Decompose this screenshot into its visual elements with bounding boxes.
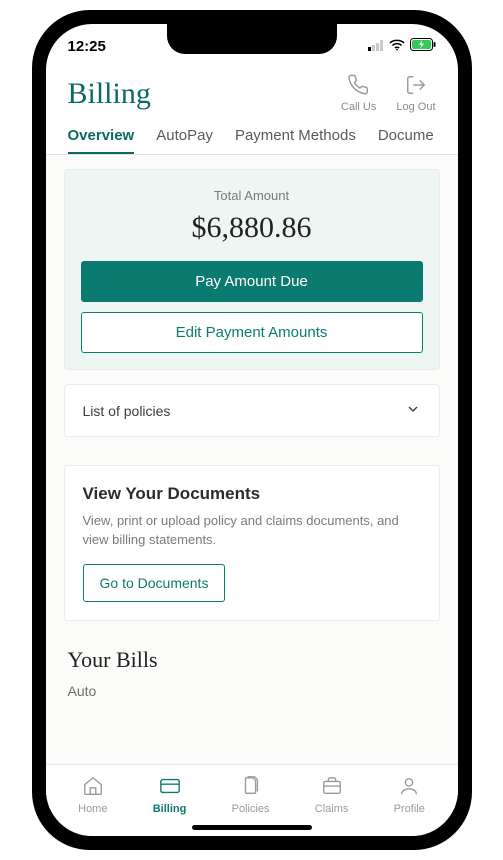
go-to-documents-button[interactable]: Go to Documents bbox=[83, 564, 226, 602]
total-amount-value: $6,880.86 bbox=[81, 211, 423, 245]
nav-home[interactable]: Home bbox=[78, 775, 107, 815]
logout-label: Log Out bbox=[396, 101, 435, 113]
call-us-button[interactable]: Call Us bbox=[341, 74, 376, 113]
credit-card-icon bbox=[159, 775, 181, 800]
content: Total Amount $6,880.86 Pay Amount Due Ed… bbox=[46, 155, 458, 764]
briefcase-icon bbox=[321, 775, 343, 800]
list-of-policies-label: List of policies bbox=[83, 403, 171, 419]
wifi-icon bbox=[389, 38, 405, 55]
nav-billing-label: Billing bbox=[153, 803, 187, 815]
list-of-policies-row[interactable]: List of policies bbox=[64, 384, 440, 437]
files-icon bbox=[240, 775, 262, 800]
your-bills-title: Your Bills bbox=[68, 647, 436, 673]
phone-notch bbox=[167, 24, 337, 54]
tab-documents[interactable]: Docume bbox=[378, 123, 434, 154]
battery-charging-icon bbox=[410, 38, 436, 55]
status-right bbox=[368, 38, 436, 55]
page-title: Billing bbox=[68, 77, 151, 111]
tab-autopay[interactable]: AutoPay bbox=[156, 123, 213, 154]
total-amount-card: Total Amount $6,880.86 Pay Amount Due Ed… bbox=[64, 169, 440, 370]
edit-payment-amounts-button[interactable]: Edit Payment Amounts bbox=[81, 312, 423, 353]
tab-overview[interactable]: Overview bbox=[68, 123, 135, 154]
documents-title: View Your Documents bbox=[83, 484, 421, 504]
profile-icon bbox=[398, 775, 420, 800]
screen: 12:25 Billing bbox=[46, 24, 458, 836]
nav-profile[interactable]: Profile bbox=[394, 775, 425, 815]
status-time: 12:25 bbox=[68, 38, 106, 55]
phone-icon bbox=[348, 74, 370, 99]
page-header: Billing Call Us Log Out bbox=[46, 68, 458, 123]
logout-button[interactable]: Log Out bbox=[396, 74, 435, 113]
phone-screen-bezel: 12:25 Billing bbox=[46, 24, 458, 836]
header-actions: Call Us Log Out bbox=[341, 74, 436, 113]
your-bills-sub: Auto bbox=[68, 683, 436, 699]
total-amount-label: Total Amount bbox=[81, 188, 423, 203]
nav-claims[interactable]: Claims bbox=[315, 775, 349, 815]
nav-policies[interactable]: Policies bbox=[232, 775, 270, 815]
nav-policies-label: Policies bbox=[232, 803, 270, 815]
home-indicator bbox=[192, 825, 312, 830]
nav-home-label: Home bbox=[78, 803, 107, 815]
tab-payment-methods[interactable]: Payment Methods bbox=[235, 123, 356, 154]
your-bills-section: Your Bills Auto bbox=[64, 647, 440, 699]
nav-billing[interactable]: Billing bbox=[153, 775, 187, 815]
home-icon bbox=[82, 775, 104, 800]
tabs: Overview AutoPay Payment Methods Docume bbox=[46, 123, 458, 155]
documents-card: View Your Documents View, print or uploa… bbox=[64, 465, 440, 621]
nav-profile-label: Profile bbox=[394, 803, 425, 815]
phone-frame: 12:25 Billing bbox=[32, 10, 472, 850]
call-us-label: Call Us bbox=[341, 101, 376, 113]
logout-icon bbox=[405, 74, 427, 99]
pay-amount-due-button[interactable]: Pay Amount Due bbox=[81, 261, 423, 302]
documents-description: View, print or upload policy and claims … bbox=[83, 512, 421, 550]
nav-claims-label: Claims bbox=[315, 803, 349, 815]
chevron-down-icon bbox=[405, 401, 421, 420]
signal-icon bbox=[368, 38, 384, 55]
